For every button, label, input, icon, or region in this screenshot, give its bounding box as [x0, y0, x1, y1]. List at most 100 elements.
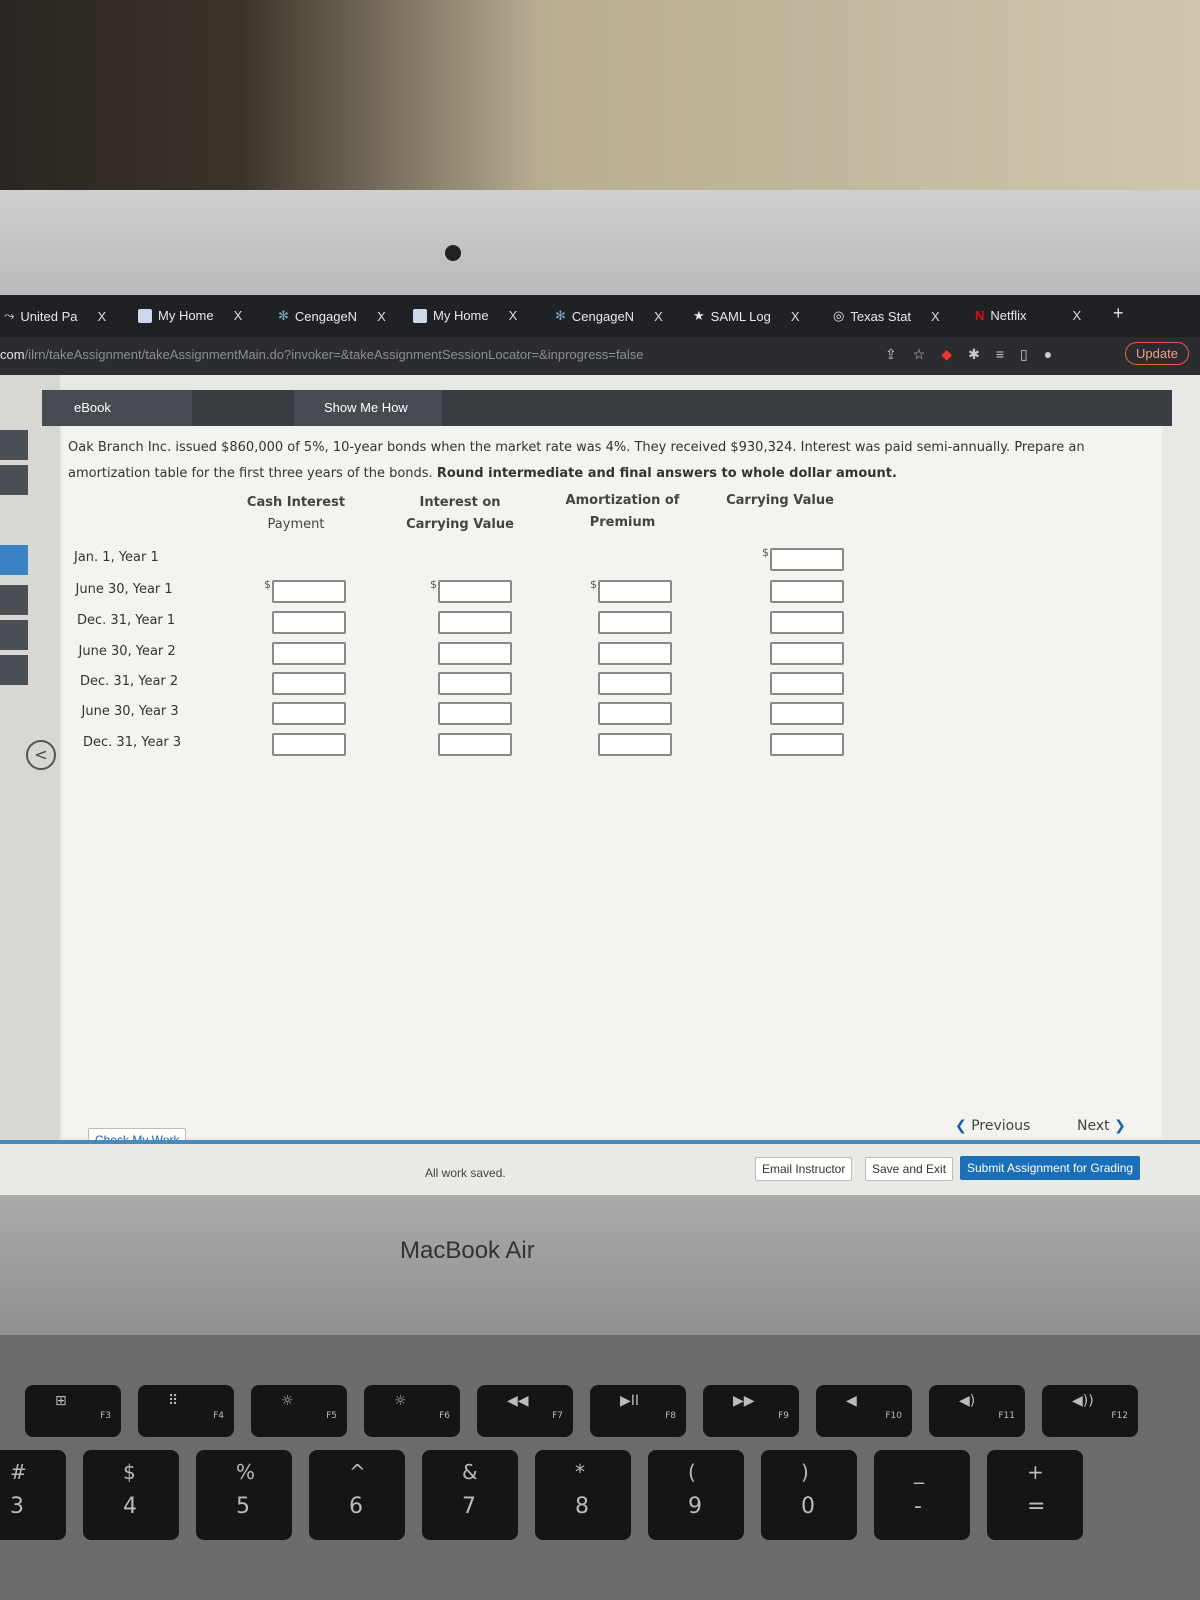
carrying-value-input[interactable]: [770, 642, 844, 665]
key-0[interactable]: ) 0: [761, 1450, 857, 1540]
carrying-value-input[interactable]: [770, 702, 844, 725]
carrying-value-input[interactable]: [770, 611, 844, 634]
premium-amortization-input[interactable]: [598, 580, 672, 603]
carrying-value-input[interactable]: [770, 548, 844, 571]
update-button[interactable]: Update: [1125, 342, 1189, 365]
interest-expense-input[interactable]: [438, 733, 512, 756]
tab-label: CengageN: [294, 308, 358, 324]
cash-interest-input[interactable]: [272, 611, 346, 634]
carrying-value-input[interactable]: [770, 580, 844, 603]
key-label: F3: [100, 1411, 111, 1421]
cengage-icon: ✻: [555, 308, 566, 323]
tab-label: My Home: [158, 308, 214, 323]
key-shift-label: $: [123, 1460, 136, 1484]
key-4[interactable]: $4: [83, 1450, 179, 1540]
tab-my-home[interactable]: My Home X: [138, 308, 242, 323]
email-instructor-button[interactable]: Email Instructor: [755, 1157, 853, 1181]
key-f9[interactable]: ▶▶ F9: [703, 1385, 799, 1437]
key-f6[interactable]: ☼ F6: [364, 1385, 460, 1437]
function-key-icon: ◀): [959, 1393, 976, 1409]
carrying-value-input[interactable]: [770, 733, 844, 756]
carrying-value-input[interactable]: [770, 672, 844, 695]
assignment-footer: All work saved. Email Instructor Save an…: [0, 1140, 1200, 1192]
cash-interest-input[interactable]: [272, 702, 346, 725]
premium-amortization-input[interactable]: [598, 642, 672, 665]
key--[interactable]: _ -: [874, 1450, 970, 1540]
show-me-how-button[interactable]: Show Me How: [294, 390, 442, 426]
key-label: F11: [998, 1411, 1015, 1421]
extension-icon[interactable]: ◆: [941, 346, 952, 363]
media-icon[interactable]: ≡: [996, 346, 1004, 363]
key-label: 6: [349, 1494, 363, 1519]
close-tab-icon[interactable]: X: [791, 309, 800, 324]
interest-expense-input[interactable]: [438, 672, 512, 695]
close-tab-icon[interactable]: X: [98, 309, 107, 324]
cash-interest-input[interactable]: [272, 672, 346, 695]
key-shift-label: ): [801, 1460, 809, 1484]
tab-united[interactable]: ⤳ United Pa X: [4, 308, 106, 324]
premium-amortization-input[interactable]: [598, 611, 672, 634]
key-f12[interactable]: ◀)) F12: [1042, 1385, 1138, 1437]
currency-symbol: $: [430, 578, 437, 591]
new-tab-button[interactable]: +: [1113, 303, 1124, 324]
currency-symbol: $: [264, 578, 271, 591]
key-label: 3: [10, 1494, 24, 1519]
previous-button[interactable]: ❮ Previous: [955, 1118, 1030, 1134]
question-instruction: Round intermediate and final answers to …: [436, 466, 897, 481]
close-tab-icon[interactable]: X: [509, 308, 518, 323]
tab-saml[interactable]: ★ SAML Log X: [693, 308, 800, 324]
premium-amortization-input[interactable]: [598, 702, 672, 725]
key-f7[interactable]: ◀◀ F7: [477, 1385, 573, 1437]
interest-expense-input[interactable]: [438, 702, 512, 725]
key-label: F7: [552, 1411, 563, 1421]
next-button[interactable]: Next ❯: [1077, 1118, 1126, 1134]
key-6[interactable]: ^ 6: [309, 1450, 405, 1540]
key-=[interactable]: + =: [987, 1450, 1083, 1540]
cash-interest-input[interactable]: [272, 580, 346, 603]
close-tab-icon[interactable]: X: [234, 308, 243, 323]
back-chevron-icon[interactable]: <: [26, 740, 56, 770]
key-label: F8: [665, 1411, 676, 1421]
tab-texas-state[interactable]: ◎ Texas Stat X: [833, 308, 940, 324]
key-f8[interactable]: ▶II F8: [590, 1385, 686, 1437]
profile-avatar[interactable]: ●: [1044, 346, 1052, 363]
key-9[interactable]: (9: [648, 1450, 744, 1540]
question-text: Oak Branch Inc. issued $860,000 of 5%, 1…: [68, 435, 1168, 487]
row-label: Dec. 31, Year 1: [77, 613, 176, 628]
key-f10[interactable]: ◀ F10: [816, 1385, 912, 1437]
submit-assignment-button[interactable]: Submit Assignment for Grading: [960, 1156, 1141, 1180]
address-bar[interactable]: com/ilrn/takeAssignment/takeAssignmentMa…: [0, 337, 1200, 375]
key-f4[interactable]: ⠿ F4: [138, 1385, 234, 1437]
key-7[interactable]: & 7: [422, 1450, 518, 1540]
cash-interest-input[interactable]: [272, 642, 346, 665]
star-icon: ★: [693, 308, 705, 323]
close-tab-icon[interactable]: X: [377, 309, 386, 324]
key-8[interactable]: * 8: [535, 1450, 631, 1540]
premium-amortization-input[interactable]: [598, 733, 672, 756]
key-f5[interactable]: ☼ F5: [251, 1385, 347, 1437]
interest-expense-input[interactable]: [438, 611, 512, 634]
tab-my-home-2[interactable]: My Home X: [413, 308, 517, 323]
key-5[interactable]: % 5: [196, 1450, 292, 1540]
key-f11[interactable]: ◀) F11: [929, 1385, 1025, 1437]
sidebar-icon[interactable]: ▯: [1020, 346, 1028, 363]
share-icon[interactable]: ⇪: [885, 346, 897, 363]
tab-cengage[interactable]: ✻ CengageN X: [278, 308, 386, 324]
puzzle-icon[interactable]: ✱: [968, 346, 980, 363]
tab-label: SAML Log: [710, 308, 771, 324]
premium-amortization-input[interactable]: [598, 672, 672, 695]
close-tab-icon[interactable]: X: [1073, 308, 1082, 323]
cash-interest-input[interactable]: [272, 733, 346, 756]
tab-netflix[interactable]: N Netflix X: [975, 308, 1081, 323]
tab-cengage-2[interactable]: ✻ CengageN X: [555, 308, 663, 324]
key-label: =: [1027, 1494, 1046, 1519]
save-and-exit-button[interactable]: Save and Exit: [865, 1157, 954, 1181]
key-3[interactable]: #3: [0, 1450, 66, 1540]
key-f3[interactable]: ⊞ F3: [25, 1385, 121, 1437]
interest-expense-input[interactable]: [438, 642, 512, 665]
interest-expense-input[interactable]: [438, 580, 512, 603]
close-tab-icon[interactable]: X: [931, 309, 940, 324]
bookmark-star-icon[interactable]: ☆: [913, 346, 926, 363]
ebook-button[interactable]: eBook: [42, 390, 192, 426]
close-tab-icon[interactable]: X: [654, 309, 663, 324]
